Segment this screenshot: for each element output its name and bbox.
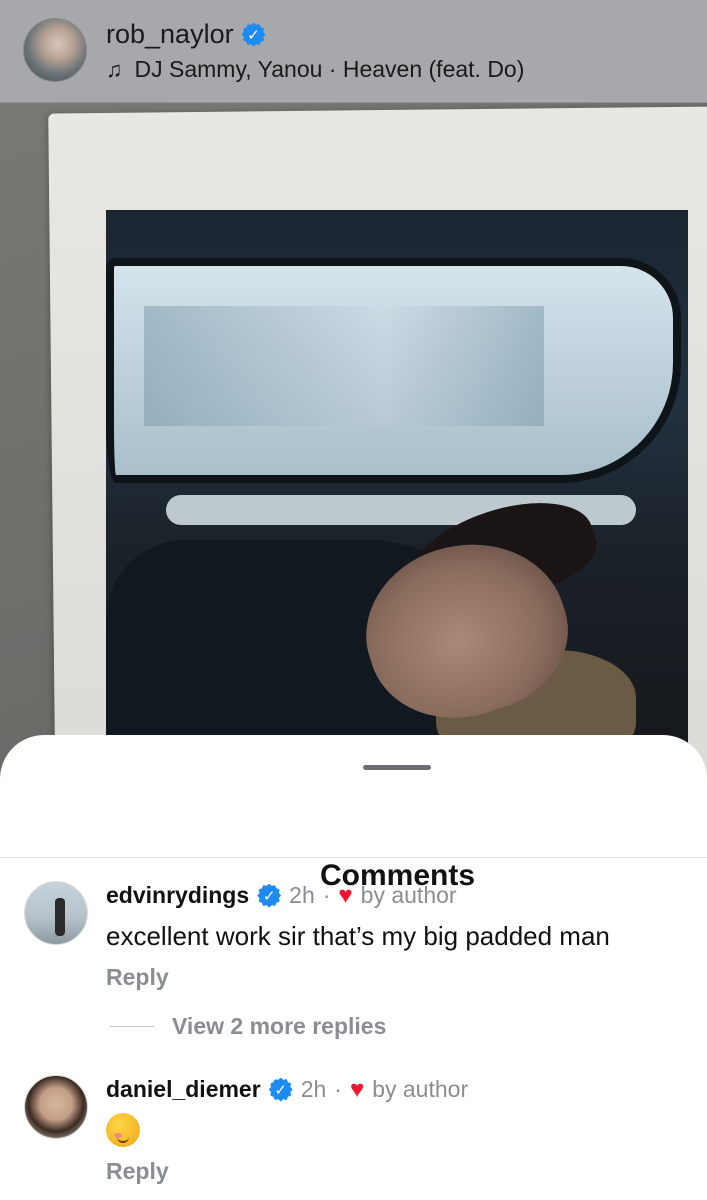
heart-icon: ♥ [338,881,353,909]
view-more-replies-label[interactable]: View 2 more replies [172,1013,386,1040]
comment-meta: daniel_diemer ✓ 2h · ♥ by author [106,1076,468,1103]
liked-by-author-label: by author [372,1076,469,1102]
sheet-drag-handle[interactable] [363,765,431,770]
thread-line [110,1026,154,1027]
liked-by-author-label: by author [360,882,457,908]
music-row[interactable]: ♫ DJ Sammy, Yanou · Heaven (feat. Do) [106,56,524,83]
verified-badge-icon: ✓ [241,22,266,47]
commenter-avatar[interactable] [24,881,88,945]
divider [0,857,707,858]
reply-button[interactable]: Reply [106,1158,169,1185]
comment-time: 2h [289,882,315,908]
rearview-mirror [106,258,681,483]
heart-icon: ♥ [349,1075,365,1103]
view-more-replies-button[interactable]: View 2 more replies [110,1013,386,1040]
smiling-face-emoji-icon [106,1113,140,1147]
author-username[interactable]: rob_naylor [106,19,234,50]
author-avatar[interactable] [23,18,87,82]
commenter-username[interactable]: edvinrydings [106,882,249,909]
commenter-avatar[interactable] [24,1075,88,1139]
author-username-row[interactable]: rob_naylor ✓ [106,19,266,50]
reply-button[interactable]: Reply [106,964,169,991]
comment-text: excellent work sir that’s my big padded … [106,921,610,951]
verified-badge-icon: ✓ [268,1077,293,1102]
meta-separator: · [334,1076,342,1102]
comments-sheet: Comments edvinrydings ✓ 2h · ♥ by author… [0,735,707,1200]
comment-meta: edvinrydings ✓ 2h · ♥ by author [106,882,457,909]
music-note-icon: ♫ [106,56,123,82]
music-track[interactable]: DJ Sammy, Yanou · Heaven (feat. Do) [135,56,525,83]
comment-time: 2h [300,1076,327,1102]
meta-separator: · [322,882,331,908]
post-photo [106,210,688,770]
commenter-username[interactable]: daniel_diemer [106,1076,261,1103]
post-header: rob_naylor ✓ ♫ DJ Sammy, Yanou · Heaven … [0,0,707,103]
verified-badge-icon: ✓ [257,883,282,908]
